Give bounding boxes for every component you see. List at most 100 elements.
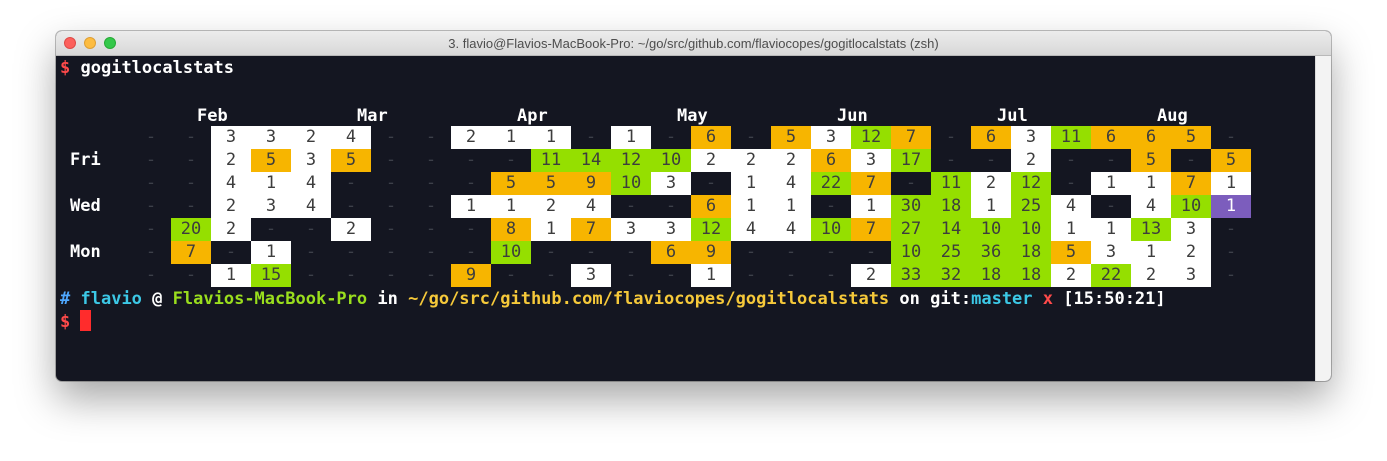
- grid-cell: -: [865, 242, 877, 262]
- grid-cell: 5: [491, 172, 531, 195]
- grid-cell: -: [465, 150, 477, 170]
- terminal-content[interactable]: $ gogitlocalstats Feb Mar Apr May Jun Jul Aug …: [56, 56, 1315, 381]
- grid-cell: -: [425, 242, 437, 262]
- prompt-in: in: [377, 289, 398, 309]
- grid-cell: 2: [851, 264, 891, 287]
- grid-cell: 33: [891, 264, 931, 287]
- grid-cell: 6: [651, 241, 691, 264]
- grid-cell: -: [145, 265, 157, 285]
- grid-cell: 2: [1131, 264, 1171, 287]
- grid-cell: 3: [571, 264, 611, 287]
- grid-cell: 12: [1011, 172, 1051, 195]
- grid-cell: 11: [931, 172, 971, 195]
- grid-cell: 3: [651, 218, 691, 241]
- grid-cell: -: [585, 242, 597, 262]
- grid-cell: -: [1065, 173, 1077, 193]
- grid-cell: -: [185, 150, 197, 170]
- grid-cell: -: [225, 242, 237, 262]
- grid-cell: 3: [291, 149, 331, 172]
- grid-cell: 2: [211, 195, 251, 218]
- input-line: $: [60, 312, 70, 332]
- grid-cell: 1: [531, 126, 571, 149]
- grid-cell: 1: [251, 172, 291, 195]
- grid-cell: 10: [891, 241, 931, 264]
- grid-cell: 2: [971, 172, 1011, 195]
- grid-cell: -: [945, 150, 957, 170]
- grid-cell: 1: [1131, 172, 1171, 195]
- grid-cell: -: [1225, 219, 1237, 239]
- grid-cell: -: [385, 265, 397, 285]
- grid-cell: -: [425, 196, 437, 216]
- scrollbar[interactable]: [1315, 56, 1331, 381]
- grid-cell: 4: [211, 172, 251, 195]
- grid-cell: 7: [171, 241, 211, 264]
- grid-cell: 10: [1171, 195, 1211, 218]
- weekday-label-mon: Mon: [70, 242, 101, 262]
- grid-cell: 9: [691, 241, 731, 264]
- grid-cell: -: [585, 127, 597, 147]
- grid-cell: 17: [891, 149, 931, 172]
- month-label-mar: Mar: [357, 106, 388, 126]
- grid-cell: 2: [691, 149, 731, 172]
- grid-cell: -: [145, 127, 157, 147]
- grid-cell: -: [745, 127, 757, 147]
- grid-cell: 4: [771, 172, 811, 195]
- grid-cell: 32: [931, 264, 971, 287]
- grid-cell: -: [425, 173, 437, 193]
- grid-cell: -: [825, 242, 837, 262]
- weekday-label-fri: Fri: [70, 150, 101, 170]
- grid-cell: 11: [1051, 126, 1091, 149]
- grid-cell: 1: [1211, 195, 1251, 218]
- grid-cell: 18: [1011, 241, 1051, 264]
- grid-cell: 14: [571, 149, 611, 172]
- grid-cell: 5: [531, 172, 571, 195]
- grid-cell: 18: [931, 195, 971, 218]
- prompt-time: [15:50:21]: [1063, 289, 1166, 309]
- grid-cell: 5: [1171, 126, 1211, 149]
- grid-cell: 9: [451, 264, 491, 287]
- grid-cell: 3: [851, 149, 891, 172]
- grid-cell: 18: [1011, 264, 1051, 287]
- grid-cell: 10: [651, 149, 691, 172]
- grid-cell: 18: [971, 264, 1011, 287]
- month-label-jun: Jun: [837, 106, 868, 126]
- terminal-window: 3. flavio@Flavios-MacBook-Pro: ~/go/src/…: [56, 31, 1331, 381]
- grid-cell: 4: [291, 195, 331, 218]
- grid-cell: 3: [251, 195, 291, 218]
- grid-cell: -: [505, 150, 517, 170]
- grid-cell: -: [745, 265, 757, 285]
- grid-cell: 6: [1131, 126, 1171, 149]
- prompt-dollar: $: [60, 58, 71, 78]
- grid-cell: 1: [851, 195, 891, 218]
- grid-cell: 13: [1131, 218, 1171, 241]
- title-bar[interactable]: 3. flavio@Flavios-MacBook-Pro: ~/go/src/…: [56, 31, 1331, 56]
- grid-cell: 10: [811, 218, 851, 241]
- grid-cell: 3: [211, 126, 251, 149]
- grid-cell: 5: [1211, 149, 1251, 172]
- grid-cell: 1: [251, 241, 291, 264]
- grid-cell: -: [625, 242, 637, 262]
- grid-cell: -: [825, 196, 837, 216]
- grid-cell: -: [465, 219, 477, 239]
- grid-cell: -: [705, 173, 717, 193]
- prompt-host: Flavios-MacBook-Pro: [172, 289, 368, 309]
- grid-cell: -: [385, 127, 397, 147]
- grid-cell: 4: [331, 126, 371, 149]
- grid-cell: 12: [691, 218, 731, 241]
- grid-cell: 1: [611, 126, 651, 149]
- grid-cell: 3: [1011, 126, 1051, 149]
- grid-cell: -: [345, 196, 357, 216]
- grid-cell: 1: [1091, 218, 1131, 241]
- grid-cell: 7: [891, 126, 931, 149]
- grid-cell: -: [185, 173, 197, 193]
- grid-cell: -: [305, 242, 317, 262]
- grid-cell: -: [665, 196, 677, 216]
- grid-cell: 1: [691, 264, 731, 287]
- grid-cell: 1: [211, 264, 251, 287]
- grid-cell: 1: [1051, 218, 1091, 241]
- month-label-may: May: [677, 106, 708, 126]
- grid-cell: 2: [1011, 149, 1051, 172]
- grid-cell: -: [1105, 196, 1117, 216]
- grid-cell: 5: [251, 149, 291, 172]
- grid-cell: -: [265, 219, 277, 239]
